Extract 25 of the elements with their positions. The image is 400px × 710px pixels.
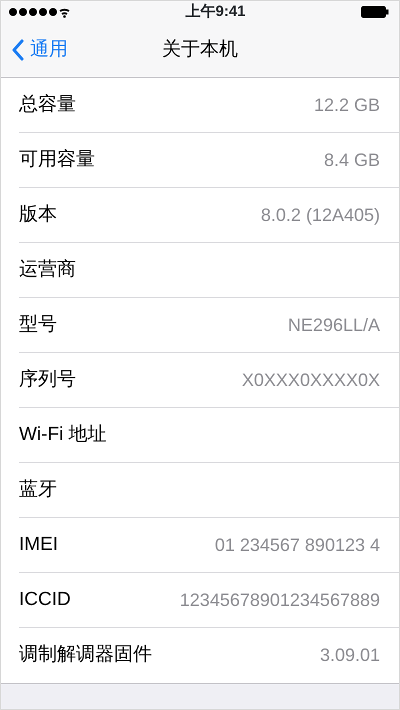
row-value: 12345678901234567889 <box>180 588 380 612</box>
row-label: 可用容量 <box>19 148 95 172</box>
row-label: 蓝牙 <box>19 478 57 502</box>
row-label: 序列号 <box>19 368 76 392</box>
signal-icon <box>8 6 70 18</box>
row-value: 8.0.2 (12A405) <box>260 204 380 227</box>
row-label: 型号 <box>19 312 57 337</box>
row-label: ICCID <box>19 588 71 612</box>
row-value: 01 234567 890123 4 <box>214 534 380 556</box>
row-value: NE296LL/A <box>288 314 380 336</box>
page-title: 关于本机 <box>162 38 238 62</box>
status-time: 上午9:41 <box>185 2 246 22</box>
back-button[interactable]: 通用 <box>1 36 68 64</box>
battery-icon <box>361 6 389 18</box>
row-value: 3.09.01 <box>320 644 380 667</box>
row-label: IMEI <box>19 532 58 557</box>
row-label: 版本 <box>19 202 57 227</box>
row-label: 调制解调器固件 <box>19 643 152 668</box>
back-chevron-icon <box>11 39 24 61</box>
row-label: 运营商 <box>19 258 76 282</box>
row-value: 12.2 GB <box>314 94 380 116</box>
row-label: 总容量 <box>19 92 76 117</box>
row-label: Wi-Fi 地址 <box>19 422 107 447</box>
row-value: 8.4 GB <box>324 148 380 172</box>
row-value: X0XXX0XXXX0X <box>242 368 380 392</box>
